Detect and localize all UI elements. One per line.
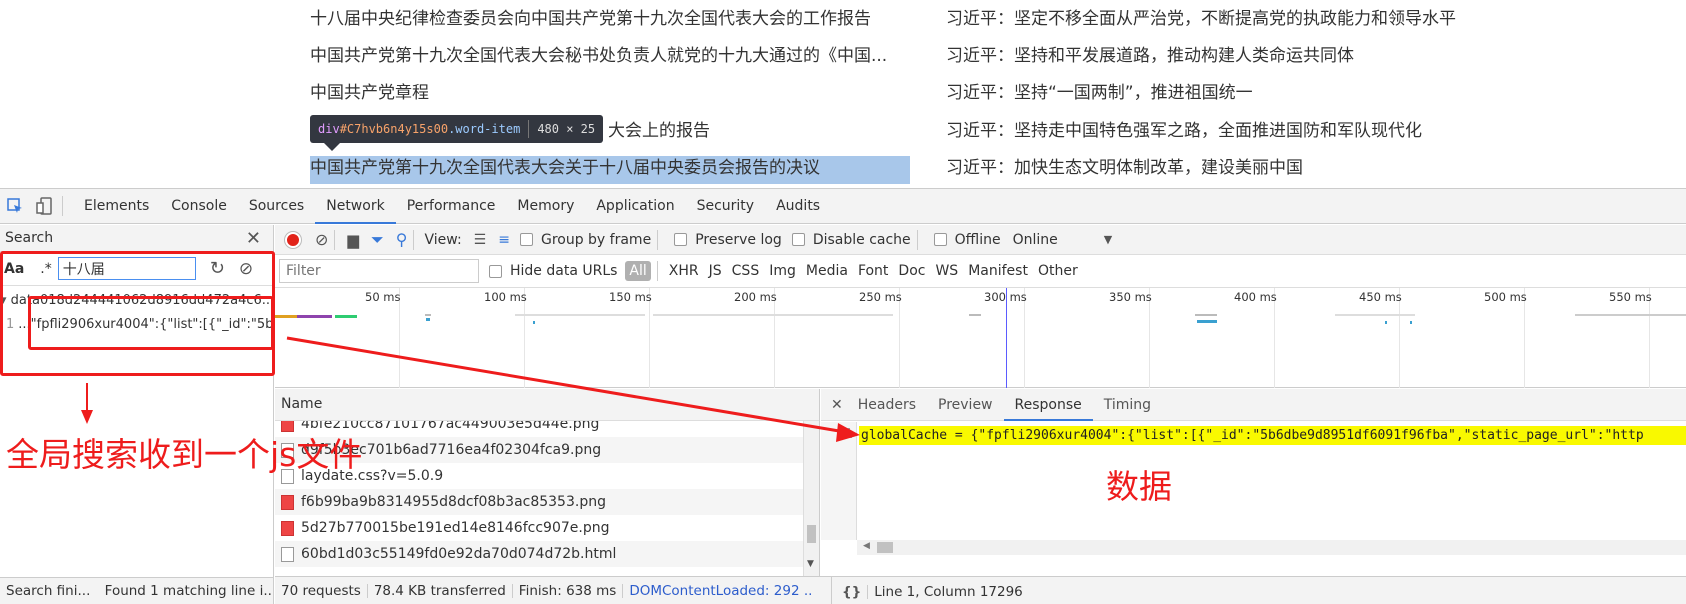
annotation-left-label: 全局搜索收到一个js文件	[6, 435, 363, 474]
annotation-arrow-right	[286, 336, 846, 434]
annotation-right-label: 数据	[1106, 467, 1172, 506]
annotation-arrowhead	[81, 410, 93, 424]
annotation-arrowhead	[836, 423, 860, 442]
annotation-arrows	[81, 336, 860, 442]
